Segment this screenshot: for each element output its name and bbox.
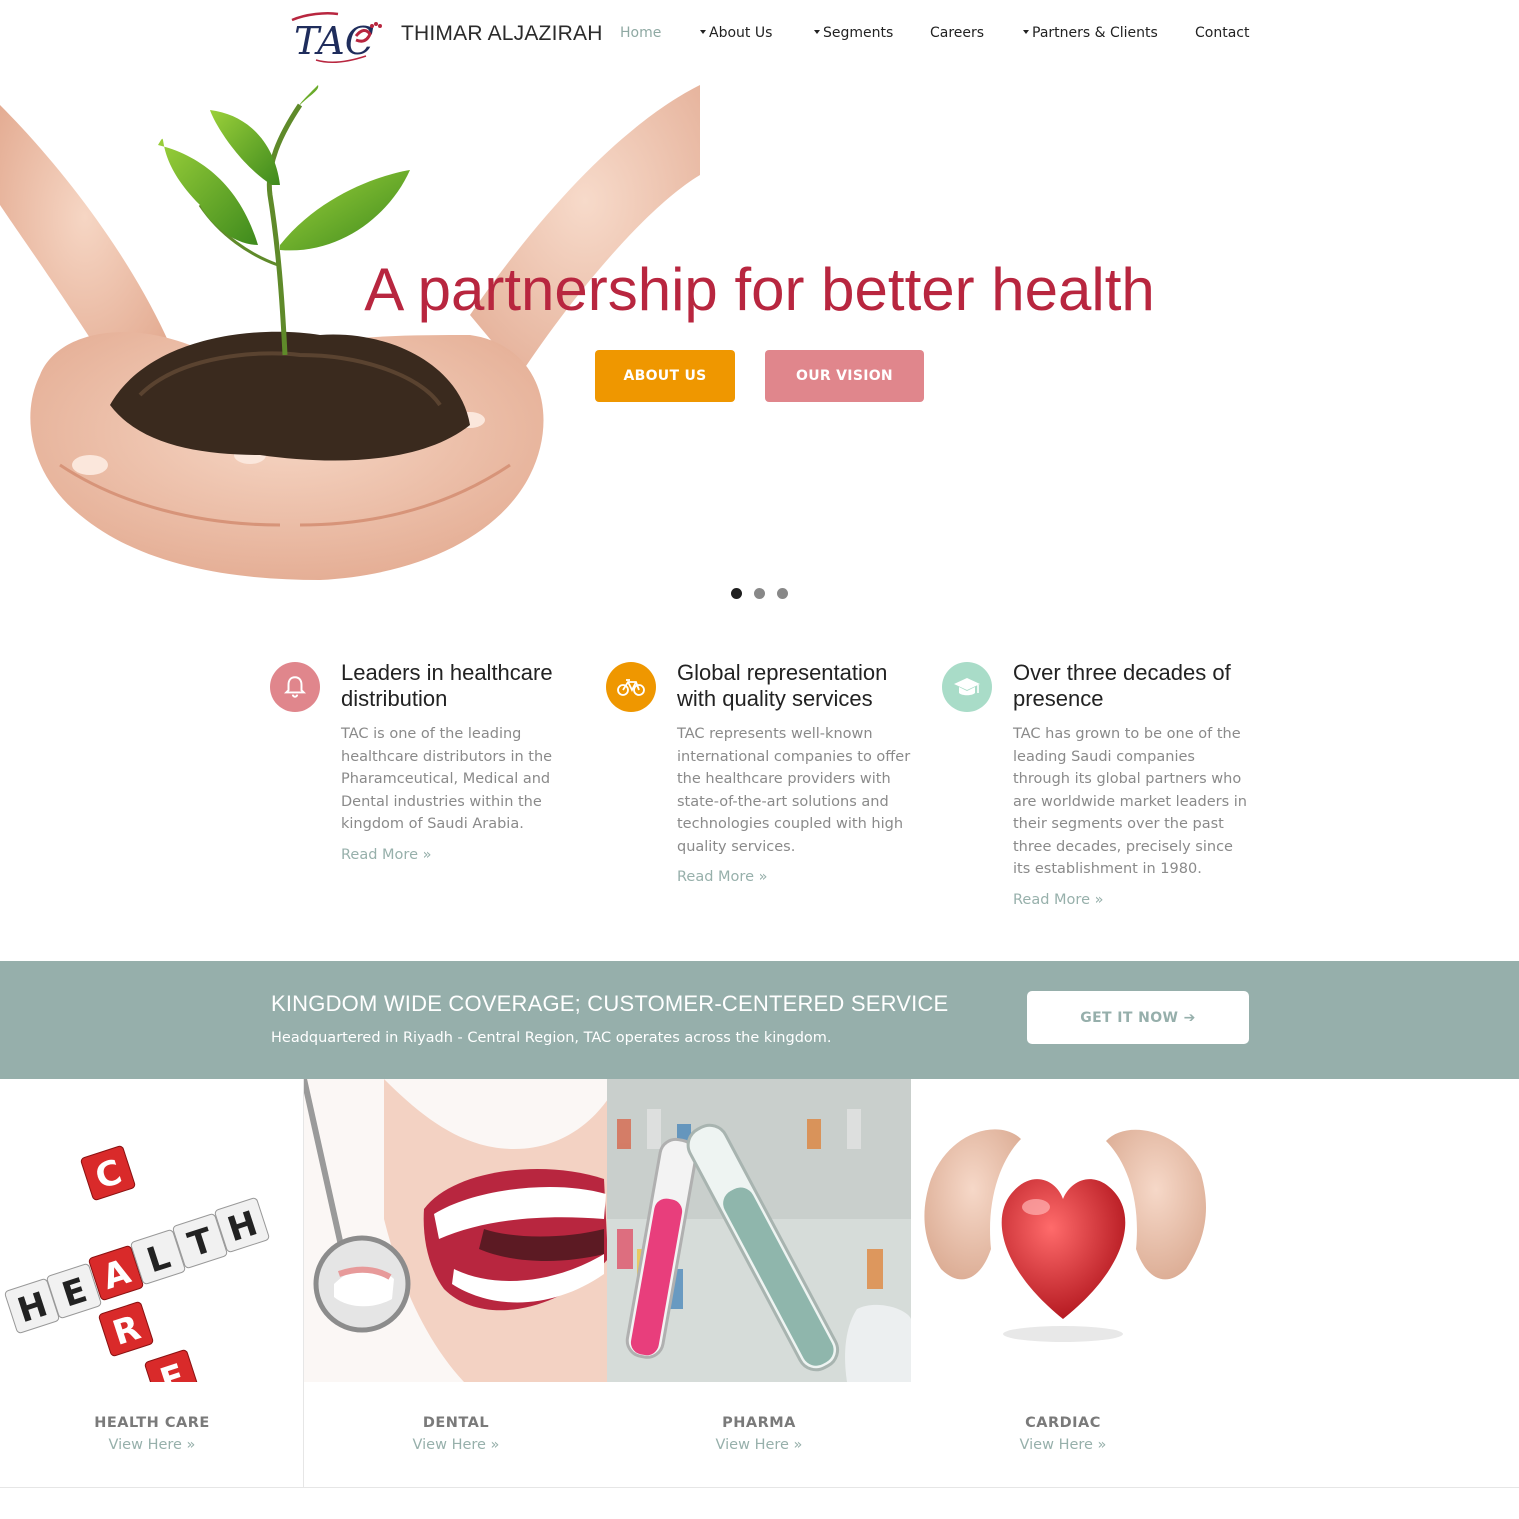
feature-text: TAC is one of the leading healthcare dis… xyxy=(341,726,553,832)
view-here-link[interactable]: View Here » xyxy=(607,1437,911,1453)
view-here-link[interactable]: View Here » xyxy=(911,1437,1215,1453)
nav-label: Partners & Clients xyxy=(1032,25,1158,41)
site-header: TAC THIMAR ALJAZIRAH Home About Us Segme… xyxy=(0,0,1519,85)
view-here-link[interactable]: View Here » xyxy=(304,1437,608,1453)
bicycle-icon xyxy=(606,662,656,712)
nav-contact[interactable]: Contact xyxy=(1195,25,1249,41)
caret-down-icon xyxy=(1023,30,1029,34)
segment-label: CARDIAC xyxy=(1025,1415,1101,1431)
nav-careers[interactable]: Careers xyxy=(930,25,984,41)
get-it-now-button[interactable]: GET IT NOW ➔ xyxy=(1027,991,1249,1044)
read-more-link[interactable]: Read More » xyxy=(677,869,767,885)
hands-with-plant-image xyxy=(0,85,700,580)
nav-label: About Us xyxy=(709,25,773,41)
slider-pagination xyxy=(731,588,788,599)
caret-down-icon xyxy=(700,30,706,34)
nav-home[interactable]: Home xyxy=(620,25,661,41)
our-vision-button[interactable]: OUR VISION xyxy=(765,350,924,402)
pharma-test-tubes-image[interactable] xyxy=(607,1079,911,1382)
segment-health-care: H E A L T H C R E HEALTH CARE View Here … xyxy=(0,1079,304,1488)
segments-bottom-divider xyxy=(0,1487,1519,1488)
segment-label: PHARMA xyxy=(722,1415,796,1431)
hero-slider: A partnership for better health ABOUT US… xyxy=(0,85,1519,625)
segment-cardiac: CARDIAC View Here » xyxy=(911,1079,1215,1488)
segment-dental: DENTAL View Here » xyxy=(304,1079,608,1488)
feature-title: Global representation with quality servi… xyxy=(677,660,888,711)
about-us-button[interactable]: ABOUT US xyxy=(595,350,735,402)
slide-dot-1[interactable] xyxy=(731,588,742,599)
dental-smile-image[interactable] xyxy=(304,1079,608,1382)
read-more-link[interactable]: Read More » xyxy=(1013,892,1103,908)
nav-about-us[interactable]: About Us xyxy=(700,25,772,41)
feature-text: TAC represents well-known international … xyxy=(677,726,911,855)
cardiac-heart-hands-image[interactable] xyxy=(911,1079,1215,1382)
banner-subtitle: Headquartered in Riyadh - Central Region… xyxy=(271,1030,832,1046)
nav-partners-clients[interactable]: Partners & Clients xyxy=(1023,25,1158,41)
nav-segments[interactable]: Segments xyxy=(814,25,893,41)
feature-title: Over three decades of presence xyxy=(1013,660,1231,711)
nav-label: Careers xyxy=(930,25,985,41)
brand-name[interactable]: THIMAR ALJAZIRAH xyxy=(401,22,603,46)
view-here-link[interactable]: View Here » xyxy=(0,1437,304,1453)
slide-dot-2[interactable] xyxy=(754,588,765,599)
nav-label: Segments xyxy=(823,25,894,41)
segment-label: HEALTH CARE xyxy=(94,1415,210,1431)
graduation-cap-icon xyxy=(942,662,992,712)
caret-down-icon xyxy=(814,30,820,34)
hero-title: A partnership for better health xyxy=(364,256,1155,323)
read-more-link[interactable]: Read More » xyxy=(341,847,431,863)
coverage-banner: KINGDOM WIDE COVERAGE; CUSTOMER-CENTERED… xyxy=(0,961,1519,1079)
segment-pharma: PHARMA View Here » xyxy=(607,1079,911,1488)
bell-icon xyxy=(270,662,320,712)
slide-dot-3[interactable] xyxy=(777,588,788,599)
health-care-cubes-image[interactable]: H E A L T H C R E xyxy=(0,1079,304,1382)
feature-text: TAC has grown to be one of the leading S… xyxy=(1013,726,1247,877)
feature-title: Leaders in healthcare distribution xyxy=(341,660,553,711)
banner-title: KINGDOM WIDE COVERAGE; CUSTOMER-CENTERED… xyxy=(271,991,949,1016)
nav-label: Contact xyxy=(1195,25,1250,41)
nav-label: Home xyxy=(620,25,662,41)
segment-label: DENTAL xyxy=(422,1415,490,1431)
tac-logo[interactable]: TAC xyxy=(286,6,386,66)
